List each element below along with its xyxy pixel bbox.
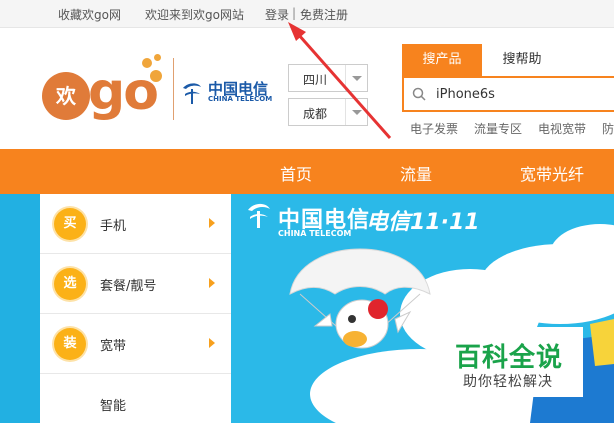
banner-event-title: 电信11·11 bbox=[366, 210, 480, 235]
topbar-separator: | bbox=[292, 6, 297, 20]
category-label: 手机 bbox=[100, 219, 127, 234]
nav-item-broadband[interactable]: 宽带光纤 bbox=[520, 161, 584, 185]
logo-go-text: go bbox=[88, 62, 159, 122]
search-icon bbox=[412, 87, 426, 101]
top-bar: 收藏欢go网 欢迎来到欢go网站 登录 | 免费注册 bbox=[0, 0, 614, 28]
province-select[interactable]: 四川 bbox=[288, 64, 368, 92]
favorite-link[interactable]: 收藏欢go网 bbox=[58, 6, 121, 23]
province-value: 四川 bbox=[303, 73, 328, 87]
category-item-phone[interactable]: 买 手机 bbox=[40, 194, 231, 254]
logo-bubble: 欢 bbox=[42, 72, 90, 120]
hot-link-data[interactable]: 流量专区 bbox=[474, 120, 522, 137]
chevron-right-icon bbox=[209, 338, 215, 348]
chevron-right-icon bbox=[209, 278, 215, 288]
tab-search-products[interactable]: 搜产品 bbox=[402, 44, 482, 76]
city-value: 成都 bbox=[303, 107, 328, 121]
nav-item-home[interactable]: 首页 bbox=[280, 161, 312, 185]
hot-link-invoice[interactable]: 电子发票 bbox=[410, 120, 458, 137]
chevron-right-icon bbox=[209, 218, 215, 228]
category-badge: 选 bbox=[54, 268, 86, 300]
category-item-plans[interactable]: 选 套餐/靓号 bbox=[40, 254, 231, 314]
hot-link-more[interactable]: 防 bbox=[602, 120, 614, 137]
chevron-down-icon bbox=[345, 99, 367, 125]
tab-search-help[interactable]: 搜帮助 bbox=[482, 44, 562, 76]
category-badge: 装 bbox=[54, 328, 86, 360]
banner-brand-en: CHINA TELECOM bbox=[278, 229, 352, 238]
hot-link-tv-broadband[interactable]: 电视宽带 bbox=[538, 120, 586, 137]
page: 收藏欢go网 欢迎来到欢go网站 登录 | 免费注册 欢 go 中国电信 CHI… bbox=[0, 0, 614, 423]
watermark-subtitle: 助你轻松解决 bbox=[463, 374, 553, 390]
watermark: 百科全说 助你轻松解决 bbox=[435, 327, 583, 397]
category-label: 智能 bbox=[100, 399, 127, 414]
category-item-broadband[interactable]: 装 宽带 bbox=[40, 314, 231, 374]
nav-item-data[interactable]: 流量 bbox=[400, 161, 432, 185]
telecom-en: CHINA TELECOM bbox=[208, 95, 273, 103]
category-badge: 买 bbox=[54, 208, 86, 240]
search-input[interactable] bbox=[436, 84, 606, 104]
china-telecom-logo: 中国电信 CHINA TELECOM bbox=[180, 78, 272, 108]
register-link[interactable]: 免费注册 bbox=[300, 6, 348, 23]
category-label: 套餐/靓号 bbox=[100, 279, 157, 294]
city-select[interactable]: 成都 bbox=[288, 98, 368, 126]
logo-dot-large bbox=[150, 70, 162, 82]
logo-dot-medium bbox=[142, 58, 152, 68]
category-item-smart[interactable]: 智能 bbox=[40, 374, 231, 423]
category-label: 宽带 bbox=[100, 339, 127, 354]
telecom-swirl-icon bbox=[183, 83, 201, 104]
main-nav: 首页 流量 宽带光纤 bbox=[0, 149, 614, 194]
logo-dot-small bbox=[154, 54, 161, 61]
telecom-swirl-icon bbox=[248, 203, 270, 228]
watermark-title: 百科全说 bbox=[455, 343, 564, 373]
category-menu: 买 手机 选 套餐/靓号 装 宽带 智能 bbox=[40, 194, 231, 423]
logo-divider bbox=[173, 58, 174, 120]
welcome-text: 欢迎来到欢go网站 bbox=[145, 8, 244, 22]
search-box bbox=[402, 76, 614, 112]
login-link[interactable]: 登录 bbox=[265, 6, 289, 23]
chevron-down-icon bbox=[345, 65, 367, 91]
